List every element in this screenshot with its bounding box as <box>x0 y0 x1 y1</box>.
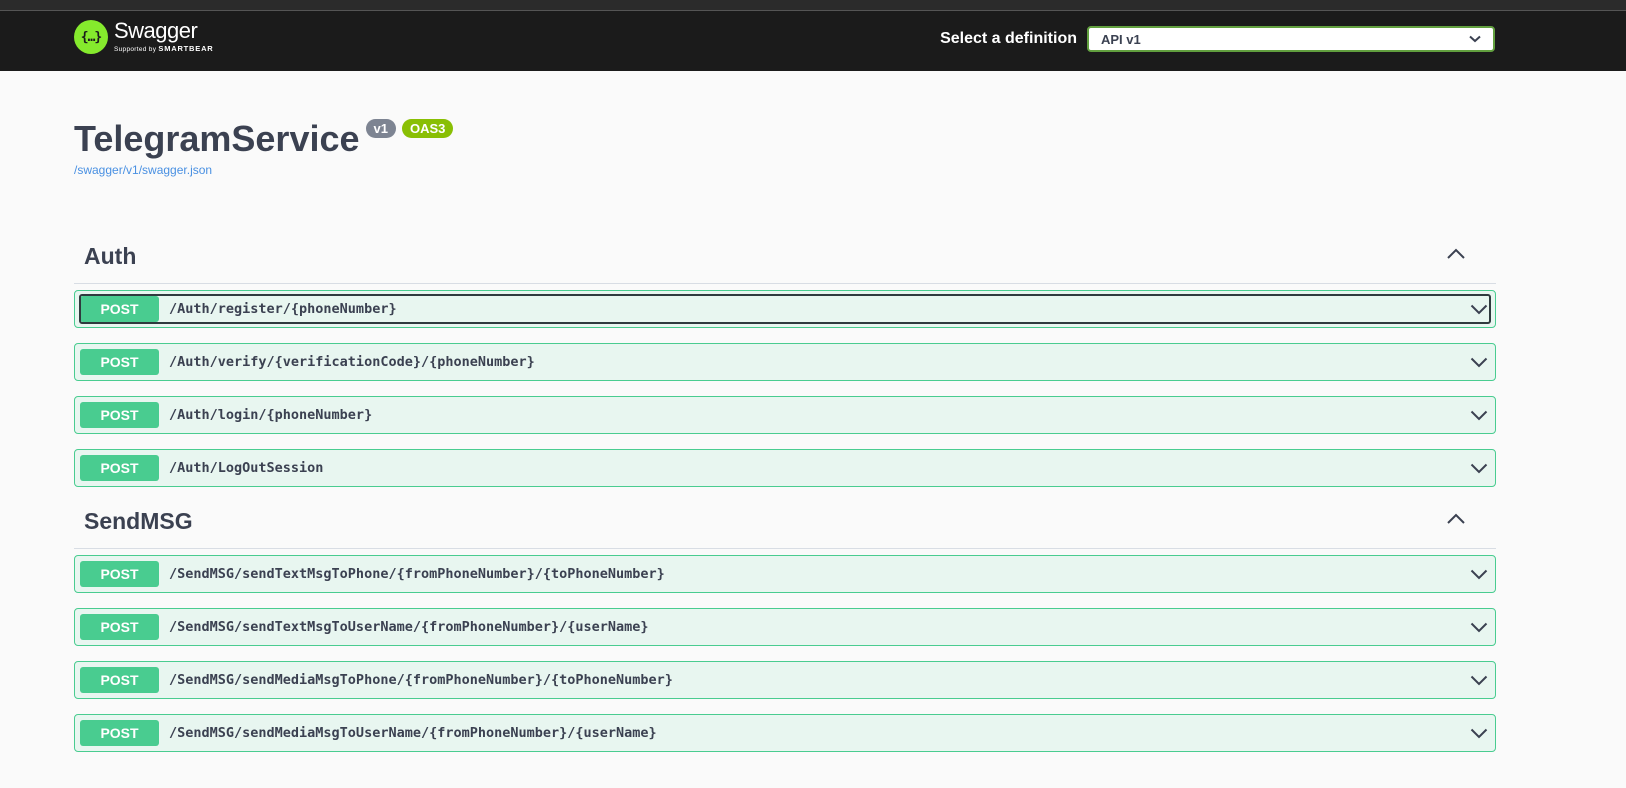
chevron-down-icon[interactable] <box>1470 569 1488 580</box>
operation-path: /Auth/login/{phoneNumber} <box>169 407 373 423</box>
chevron-down-icon[interactable] <box>1470 622 1488 633</box>
operation-summary[interactable]: POST /Auth/register/{phoneNumber} <box>79 294 1491 324</box>
method-badge: POST <box>80 349 159 375</box>
logo-sub-prefix: Supported by <box>114 46 157 54</box>
operation-send-text-to-username[interactable]: POST /SendMSG/sendTextMsgToUserName/{fro… <box>74 608 1496 646</box>
window-title-strip <box>0 0 1626 11</box>
chevron-down-icon[interactable] <box>1470 357 1488 368</box>
definition-select-value: API v1 <box>1101 31 1141 47</box>
chevron-down-icon[interactable] <box>1470 304 1488 315</box>
logo-text: Swagger Supported by SMARTBEAR <box>114 20 214 54</box>
chevron-down-icon <box>1469 35 1481 43</box>
operation-summary[interactable]: POST /SendMSG/sendTextMsgToUserName/{fro… <box>80 613 1490 641</box>
operation-summary[interactable]: POST /SendMSG/sendMediaMsgToPhone/{fromP… <box>80 666 1490 694</box>
operation-send-text-to-phone[interactable]: POST /SendMSG/sendTextMsgToPhone/{fromPh… <box>74 555 1496 593</box>
method-badge: POST <box>80 296 159 322</box>
operation-auth-verify[interactable]: POST /Auth/verify/{verificationCode}/{ph… <box>74 343 1496 381</box>
tag-section-auth: Auth POST /Auth/register/{phoneNumber} P… <box>74 229 1496 487</box>
main-content: TelegramService v1 OAS3 /swagger/v1/swag… <box>0 71 1496 752</box>
operation-summary[interactable]: POST /Auth/verify/{verificationCode}/{ph… <box>80 348 1490 376</box>
method-badge: POST <box>80 455 159 481</box>
definition-label: Select a definition <box>940 30 1077 47</box>
logo-subtitle: Supported by SMARTBEAR <box>114 45 214 54</box>
method-badge: POST <box>80 720 159 746</box>
operation-summary[interactable]: POST /SendMSG/sendMediaMsgToUserName/{fr… <box>80 719 1490 747</box>
chevron-down-icon[interactable] <box>1470 728 1488 739</box>
method-badge: POST <box>80 561 159 587</box>
operation-summary[interactable]: POST /SendMSG/sendTextMsgToPhone/{fromPh… <box>80 560 1490 588</box>
operation-path: /SendMSG/sendMediaMsgToUserName/{fromPho… <box>169 725 657 741</box>
chevron-down-icon[interactable] <box>1470 410 1488 421</box>
tag-name: Auth <box>84 242 137 269</box>
operation-auth-login[interactable]: POST /Auth/login/{phoneNumber} <box>74 396 1496 434</box>
logo-title: Swagger <box>114 18 198 44</box>
operation-path: /SendMSG/sendMediaMsgToPhone/{fromPhoneN… <box>169 672 673 688</box>
page-title: TelegramService <box>74 118 360 159</box>
operation-summary[interactable]: POST /Auth/LogOutSession <box>80 454 1490 482</box>
operation-auth-register[interactable]: POST /Auth/register/{phoneNumber} <box>74 290 1496 328</box>
topbar: {…} Swagger Supported by SMARTBEAR Selec… <box>0 11 1626 71</box>
operation-send-media-to-phone[interactable]: POST /SendMSG/sendMediaMsgToPhone/{fromP… <box>74 661 1496 699</box>
api-info: TelegramService v1 OAS3 /swagger/v1/swag… <box>74 71 1496 179</box>
oas-badge: OAS3 <box>401 119 454 138</box>
swagger-logo-icon: {…} <box>74 20 108 54</box>
operation-summary[interactable]: POST /Auth/login/{phoneNumber} <box>80 401 1490 429</box>
method-badge: POST <box>80 402 159 428</box>
operation-path: /Auth/LogOutSession <box>169 460 324 476</box>
operation-send-media-to-username[interactable]: POST /SendMSG/sendMediaMsgToUserName/{fr… <box>74 714 1496 752</box>
definition-selector: Select a definition API v1 <box>940 26 1495 52</box>
definition-select[interactable]: API v1 <box>1087 26 1495 52</box>
operation-path: /SendMSG/sendTextMsgToPhone/{fromPhoneNu… <box>169 566 665 582</box>
swagger-logo[interactable]: {…} Swagger Supported by SMARTBEAR <box>74 20 214 54</box>
chevron-down-icon[interactable] <box>1470 463 1488 474</box>
chevron-up-icon[interactable] <box>1446 512 1466 530</box>
tag-name: SendMSG <box>84 507 193 534</box>
tag-header-auth[interactable]: Auth <box>74 229 1496 284</box>
chevron-up-icon[interactable] <box>1446 247 1466 265</box>
chevron-down-icon[interactable] <box>1470 675 1488 686</box>
title-row: TelegramService v1 OAS3 <box>74 117 1496 161</box>
version-badge: v1 <box>365 119 396 138</box>
tag-section-sendmsg: SendMSG POST /SendMSG/sendTextMsgToPhone… <box>74 494 1496 752</box>
spec-json-link[interactable]: /swagger/v1/swagger.json <box>74 163 212 177</box>
operation-path: /SendMSG/sendTextMsgToUserName/{fromPhon… <box>169 619 649 635</box>
logo-sub-brand: SMARTBEAR <box>158 44 214 54</box>
operation-path: /Auth/register/{phoneNumber} <box>169 301 397 317</box>
operation-auth-logout-session[interactable]: POST /Auth/LogOutSession <box>74 449 1496 487</box>
operation-path: /Auth/verify/{verificationCode}/{phoneNu… <box>169 354 535 370</box>
method-badge: POST <box>80 667 159 693</box>
method-badge: POST <box>80 614 159 640</box>
tag-header-sendmsg[interactable]: SendMSG <box>74 494 1496 549</box>
